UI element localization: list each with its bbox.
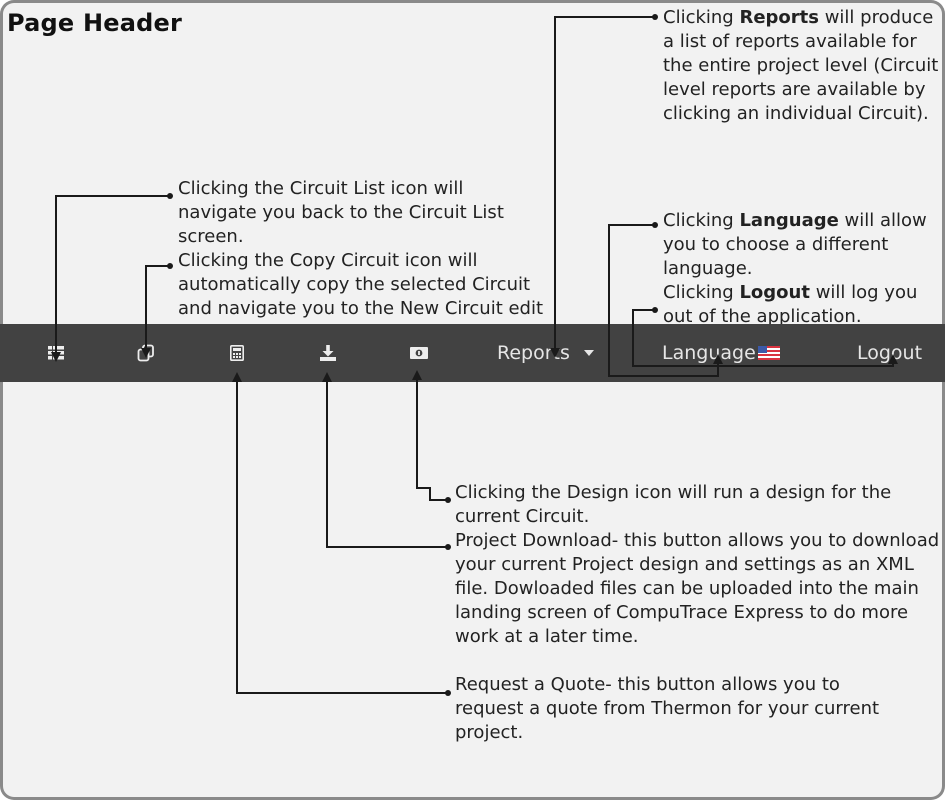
language-connector-dot [652,222,658,228]
download-connector-dot [445,544,451,550]
reports-connector [550,16,655,358]
reports-note-bold: Reports [739,7,819,28]
reports-dropdown[interactable]: Reports [497,324,594,382]
request-quote-icon [230,345,244,361]
design-icon [410,347,428,359]
reports-note-pre: Clicking [663,7,740,28]
request-quote-button[interactable] [222,324,252,382]
design-connector-dot [445,497,451,503]
download-note: Project Download- this button allows you… [455,530,940,647]
page-header-navbar: Reports Language Logout [0,324,945,382]
language-note-bold: Language [739,210,839,231]
reports-note: Clicking Reports will produce a list of … [663,6,945,126]
quote-note: Request a Quote- this button allows you … [455,674,880,743]
design-connector [412,370,448,501]
logout-note-bold: Logout [739,282,810,303]
caret-down-icon [583,350,594,356]
annotation-frame: Page Header Clicking Reports will produc… [0,0,945,800]
language-note: Clicking Language will allow you to choo… [663,209,943,281]
design-button[interactable] [403,324,435,382]
circuit-list-button[interactable] [41,324,71,382]
copy-circuit-icon [137,344,154,362]
reports-label: Reports [497,342,570,364]
language-note-pre: Clicking [663,210,740,231]
logout-note: Clicking Logout will log you out of the … [663,281,945,329]
copy-circuit-connector-dot [167,263,173,269]
logout-note-pre: Clicking [663,282,740,303]
circuit-list-note: Clicking the Circuit List icon will navi… [178,178,504,247]
logout-connector-dot [652,307,658,313]
language-label: Language [662,342,756,364]
quote-connector [232,372,448,694]
circuit-list-connector-dot [167,193,173,199]
logout-link[interactable]: Logout [857,324,922,382]
copy-circuit-button[interactable] [131,324,161,382]
design-note: Clicking the Design icon will run a desi… [455,482,892,527]
circuit-list-icon [48,346,64,360]
reports-connector-dot [652,14,658,20]
language-selector[interactable]: Language [662,324,780,382]
logout-label: Logout [857,342,923,364]
download-connector [322,372,448,548]
project-download-icon [320,345,336,361]
quote-connector-dot [445,690,451,696]
project-download-button[interactable] [313,324,343,382]
page-title: Page Header [7,9,183,37]
us-flag-icon [757,346,780,360]
